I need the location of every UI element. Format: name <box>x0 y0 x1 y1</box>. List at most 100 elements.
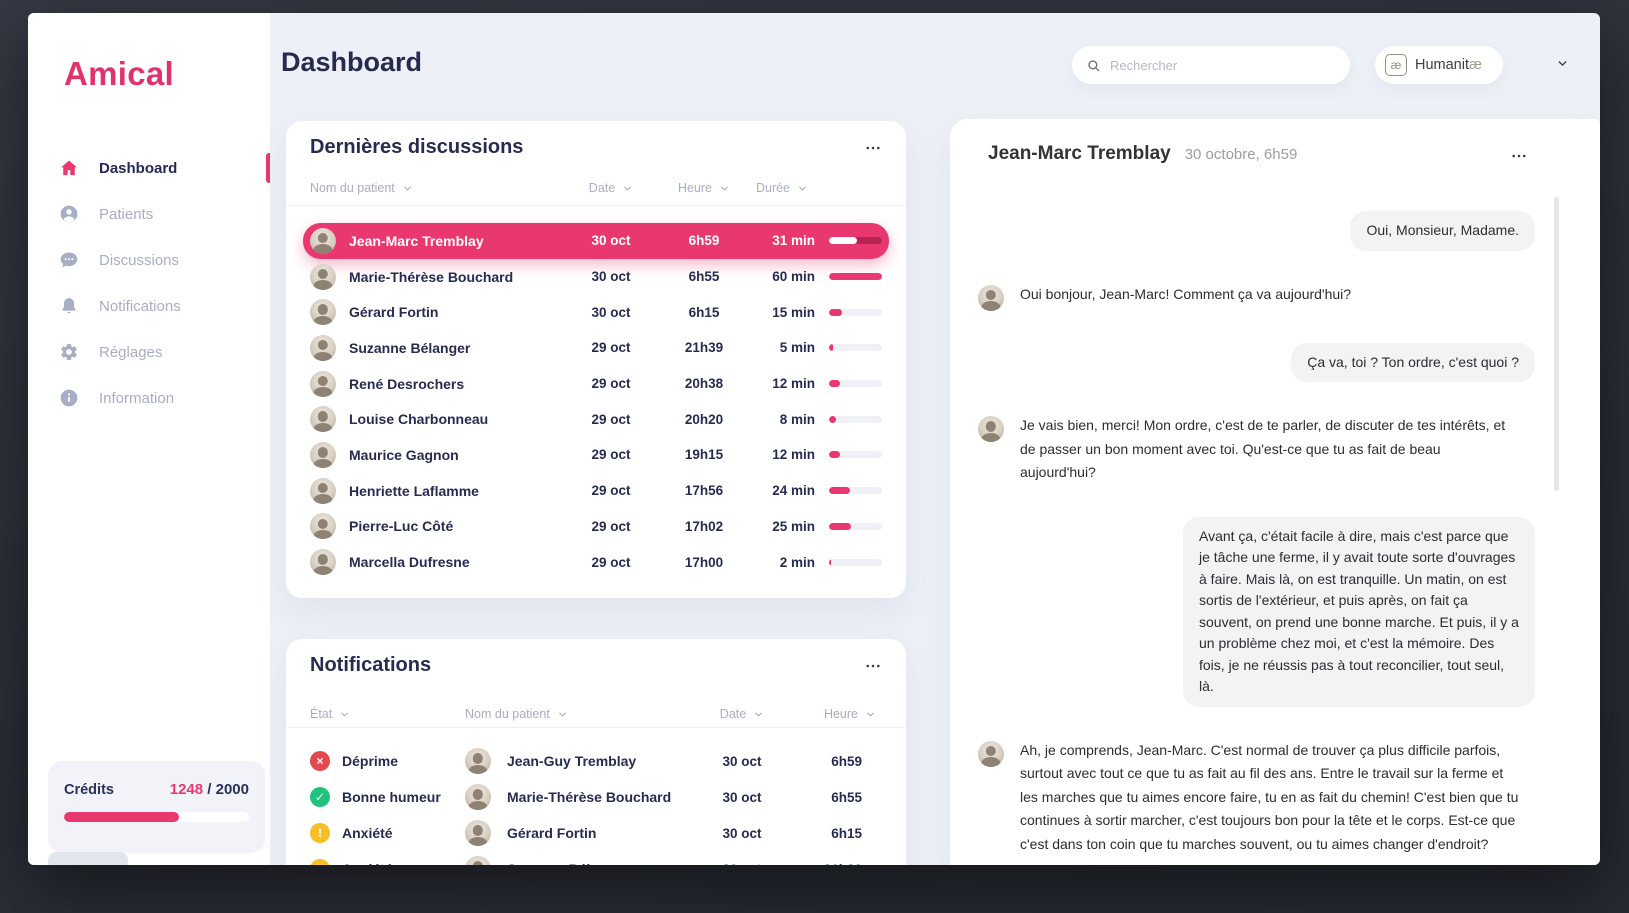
table-row[interactable]: René Desrochers 29 oct 20h38 12 min <box>303 366 889 402</box>
column-header-time[interactable]: Heure <box>659 181 749 195</box>
column-header-date[interactable]: Date <box>563 181 659 195</box>
discussion-date: 30 oct <box>563 269 659 284</box>
sidebar-item[interactable]: Discussions <box>28 237 270 283</box>
app-window: Amical Dashboard Patients Discussions <box>28 13 1600 865</box>
column-header-duration[interactable]: Durée <box>749 181 815 195</box>
page-title: Dashboard <box>281 47 422 78</box>
sidebar-item-label: Discussions <box>99 252 179 269</box>
table-row[interactable]: Suzanne Bélanger 29 oct 21h39 5 min <box>303 330 889 366</box>
avatar <box>310 442 336 468</box>
sidebar-item[interactable]: Notifications <box>28 283 270 329</box>
sidebar-item[interactable]: Dashboard <box>28 145 270 191</box>
notification-row[interactable]: ✓ Bonne humeur Marie-Thérèse Bouchard 30… <box>286 779 906 815</box>
chat-message: Oui, Monsieur, Madame. <box>978 211 1535 251</box>
sidebar-item[interactable]: Patients <box>28 191 270 237</box>
amical-logo: Amical <box>64 55 174 93</box>
notification-time: 21h39 <box>790 862 882 866</box>
partial-element <box>48 852 128 865</box>
table-row[interactable]: Henriette Laflamme 29 oct 17h56 24 min <box>303 473 889 509</box>
column-header-date[interactable]: Date <box>694 707 790 721</box>
chat-patient-name: Jean-Marc Tremblay <box>988 143 1171 165</box>
discussion-duration: 2 min <box>749 555 815 570</box>
more-icon[interactable] <box>864 657 882 675</box>
patient-name: Jean-Marc Tremblay <box>349 233 563 249</box>
avatar <box>465 856 491 865</box>
chevron-down-icon <box>402 183 413 194</box>
patient-name: Gérard Fortin <box>507 825 694 841</box>
org-selector[interactable]: æ Humanitæ <box>1375 46 1503 84</box>
status-icon: × <box>310 751 330 771</box>
column-header-patient[interactable]: Nom du patient <box>465 707 694 721</box>
duration-bar <box>829 523 882 530</box>
patient-name: Maurice Gagnon <box>349 447 563 463</box>
notifications-rows: × Déprime Jean-Guy Tremblay 30 oct 6h59 … <box>286 743 906 865</box>
duration-bar <box>829 273 882 280</box>
credits-label: Crédits <box>64 782 114 798</box>
discussion-time: 6h15 <box>659 305 749 320</box>
table-row[interactable]: Jean-Marc Tremblay 30 oct 6h59 31 min <box>303 223 889 259</box>
table-row[interactable]: Louise Charbonneau 29 oct 20h20 8 min <box>303 401 889 437</box>
chat-bubble-icon <box>59 250 79 270</box>
table-row[interactable]: Marcella Dufresne 29 oct 17h00 2 min <box>303 544 889 580</box>
table-row[interactable]: Marie-Thérèse Bouchard 30 oct 6h55 60 mi… <box>303 259 889 295</box>
column-header-time[interactable]: Heure <box>790 707 882 721</box>
gear-icon <box>59 342 79 362</box>
sidebar-item[interactable]: Information <box>28 375 270 421</box>
patient-name: Jean-Guy Tremblay <box>507 753 694 769</box>
duration-bar <box>829 416 882 423</box>
chevron-down-icon <box>797 183 808 194</box>
more-icon[interactable] <box>864 139 882 157</box>
discussion-time: 17h56 <box>659 483 749 498</box>
chat-message: Ah, je comprends, Jean-Marc. C'est norma… <box>978 739 1535 857</box>
column-header-state[interactable]: État <box>310 707 465 721</box>
search-field[interactable] <box>1072 46 1350 84</box>
duration-bar-fill <box>829 344 833 351</box>
notification-time: 6h15 <box>790 826 882 841</box>
message-text: Ah, je comprends, Jean-Marc. C'est norma… <box>1020 739 1520 857</box>
notification-row[interactable]: × Déprime Jean-Guy Tremblay 30 oct 6h59 <box>286 743 906 779</box>
chat-scrollbar[interactable] <box>1554 197 1559 491</box>
message-text: Ça va, toi ? Ton ordre, c'est quoi ? <box>1291 343 1535 383</box>
more-icon[interactable] <box>1510 147 1528 165</box>
table-row[interactable]: Pierre-Luc Côté 29 oct 17h02 25 min <box>303 509 889 545</box>
duration-bar <box>829 451 882 458</box>
credits-separator: / <box>203 781 216 798</box>
notifications-column-headers: État Nom du patient Date Heure <box>286 707 906 721</box>
notification-time: 6h55 <box>790 790 882 805</box>
discussion-duration: 25 min <box>749 519 815 534</box>
discussion-duration: 60 min <box>749 269 815 284</box>
sidebar-item[interactable]: Réglages <box>28 329 270 375</box>
discussion-date: 29 oct <box>563 412 659 427</box>
discussion-duration: 12 min <box>749 376 815 391</box>
table-row[interactable]: Gérard Fortin 30 oct 6h15 15 min <box>303 294 889 330</box>
status-label: Déprime <box>342 753 398 769</box>
discussion-time: 21h39 <box>659 340 749 355</box>
notification-row[interactable]: ! Anxiété Suzanne Bélanger 29 oct 21h39 <box>286 851 906 865</box>
info-icon <box>59 388 79 408</box>
chevron-down-icon <box>753 709 764 720</box>
chevron-down-icon[interactable] <box>1556 57 1569 70</box>
discussion-date: 29 oct <box>563 447 659 462</box>
avatar <box>310 228 336 254</box>
status-icon: ! <box>310 823 330 843</box>
notification-row[interactable]: ! Anxiété Gérard Fortin 30 oct 6h15 <box>286 815 906 851</box>
discussion-date: 29 oct <box>563 483 659 498</box>
table-row[interactable]: Maurice Gagnon 29 oct 19h15 12 min <box>303 437 889 473</box>
notification-state: × Déprime <box>310 751 465 771</box>
discussion-time: 6h55 <box>659 269 749 284</box>
column-header-patient[interactable]: Nom du patient <box>310 181 563 195</box>
status-label: Anxiété <box>342 861 393 865</box>
sidebar-item-label: Réglages <box>99 344 162 361</box>
org-name: Humanitæ <box>1415 57 1482 73</box>
divider <box>286 727 906 728</box>
patient-name: Suzanne Bélanger <box>349 340 563 356</box>
search-input[interactable] <box>1110 58 1336 73</box>
divider <box>286 205 906 206</box>
avatar <box>465 784 491 810</box>
bell-icon <box>59 296 79 316</box>
status-label: Bonne humeur <box>342 789 441 805</box>
duration-bar-fill <box>829 559 831 566</box>
chat-message: Avant ça, c'était facile à dire, mais c'… <box>978 517 1535 707</box>
chevron-down-icon <box>557 709 568 720</box>
credits-progress-fill <box>64 812 179 822</box>
